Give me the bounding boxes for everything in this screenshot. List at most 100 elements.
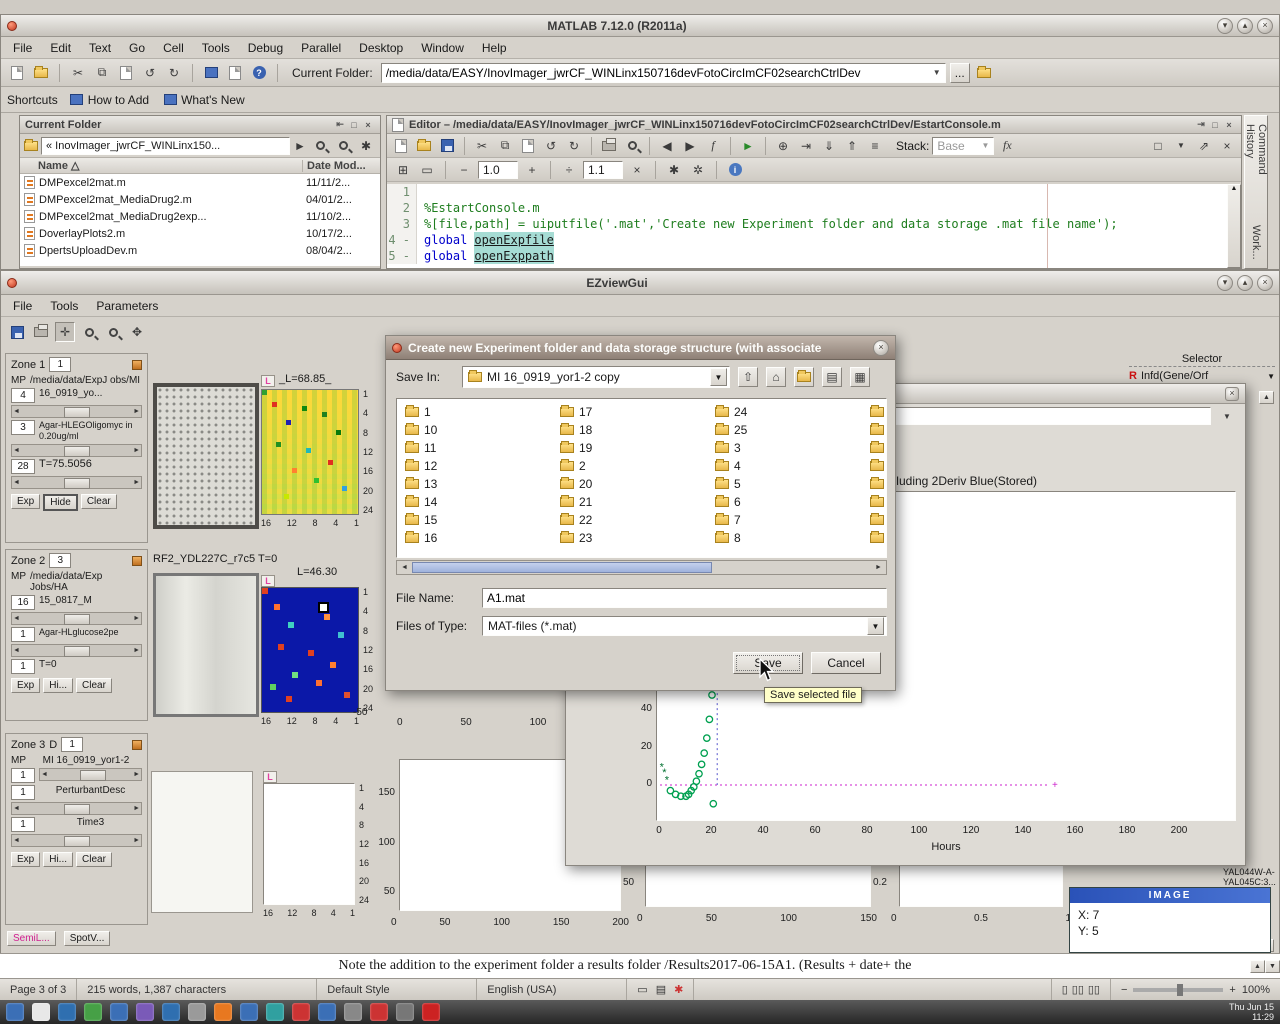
find-icon[interactable] bbox=[622, 136, 642, 156]
chevron-down-icon[interactable]: ▼ bbox=[1267, 372, 1275, 381]
menu-parallel[interactable]: Parallel bbox=[301, 41, 341, 55]
close-icon[interactable]: × bbox=[1225, 387, 1239, 401]
details-view-icon[interactable]: ▦ bbox=[850, 367, 870, 387]
zoom-out-icon[interactable]: − bbox=[1121, 984, 1127, 996]
step-icon[interactable]: ⇥ bbox=[796, 136, 816, 156]
folder-item[interactable]: 14 bbox=[405, 493, 553, 511]
up-one-level-icon[interactable]: ⇧ bbox=[738, 367, 758, 387]
zone2-clear-button[interactable]: Clear bbox=[76, 678, 112, 693]
folder-list[interactable]: 1 10 11 12 13 14 15 16 17 18 19 2 20 21 … bbox=[396, 398, 887, 558]
folder-item[interactable]: 20 bbox=[560, 475, 708, 493]
cell-value-field[interactable]: 1.0 bbox=[478, 161, 518, 179]
maximize-icon[interactable]: □ bbox=[347, 120, 361, 130]
maximize-icon[interactable]: □ bbox=[1208, 120, 1222, 130]
cut-icon[interactable]: ✂ bbox=[68, 63, 88, 83]
taskbar-app[interactable] bbox=[396, 1003, 414, 1021]
chevron-down-icon[interactable]: ▼ bbox=[1217, 406, 1237, 426]
folder-item[interactable]: 23 bbox=[560, 529, 708, 547]
zoom-in-icon[interactable] bbox=[79, 322, 99, 342]
dropdown-icon[interactable]: ▼ bbox=[1171, 136, 1191, 156]
menu-help[interactable]: Help bbox=[482, 41, 507, 55]
zoom-slider[interactable] bbox=[1133, 988, 1223, 992]
list-view-icon[interactable]: ▤ bbox=[822, 367, 842, 387]
horizontal-scrollbar[interactable]: ◄ ► bbox=[396, 560, 887, 575]
decrease-value-icon[interactable]: − bbox=[454, 160, 474, 180]
taskbar-app[interactable] bbox=[370, 1003, 388, 1021]
taskbar-app[interactable] bbox=[214, 1003, 232, 1021]
taskbar-app[interactable] bbox=[162, 1003, 180, 1021]
editor-scrollbar[interactable]: ▲ bbox=[1227, 184, 1241, 268]
word-count[interactable]: 215 words, 1,387 characters bbox=[77, 979, 317, 1000]
image-tool-titlebar[interactable]: IMAGE bbox=[1070, 888, 1270, 903]
menu-edit[interactable]: Edit bbox=[50, 41, 71, 55]
open-file-icon[interactable] bbox=[31, 63, 51, 83]
zone1-field2[interactable]: 3 bbox=[11, 420, 35, 435]
menu-desktop[interactable]: Desktop bbox=[359, 41, 403, 55]
zone1-clear-button[interactable]: Clear bbox=[81, 494, 117, 509]
folder-item[interactable]: 6 bbox=[715, 493, 863, 511]
document-text[interactable]: Note the addition to the experiment fold… bbox=[0, 958, 1250, 974]
copy-icon[interactable]: ⧉ bbox=[92, 63, 112, 83]
zone2-field1[interactable]: 16 bbox=[11, 595, 35, 610]
new-file-icon[interactable] bbox=[391, 136, 411, 156]
zone1-field1[interactable]: 4 bbox=[11, 388, 35, 403]
function-icon[interactable]: f bbox=[703, 136, 723, 156]
zone1-slider2[interactable]: ◄► bbox=[11, 444, 142, 457]
increase-value-icon[interactable]: + bbox=[522, 160, 542, 180]
crosshair-icon[interactable]: ✛ bbox=[55, 322, 75, 342]
files-of-type-dropdown[interactable]: MAT-files (*.mat) ▼ bbox=[482, 616, 887, 636]
folder-item[interactable]: 13 bbox=[405, 475, 553, 493]
zone2-field2[interactable]: 1 bbox=[11, 627, 35, 642]
layout-icon[interactable]: □ bbox=[1148, 136, 1168, 156]
folder-item[interactable]: 4 bbox=[715, 457, 863, 475]
zone3-slider3[interactable]: ◄► bbox=[11, 834, 142, 847]
multi-page-view-icon[interactable]: ▯▯ bbox=[1072, 983, 1084, 996]
forward-icon[interactable]: ► bbox=[293, 136, 307, 156]
menu-text[interactable]: Text bbox=[89, 41, 111, 55]
print-icon[interactable] bbox=[31, 322, 51, 342]
folder-item[interactable]: 10 bbox=[405, 421, 553, 439]
new-folder-icon[interactable] bbox=[794, 367, 814, 387]
folder-item[interactable]: 5 bbox=[715, 475, 863, 493]
scroll-up-icon[interactable]: ▲ bbox=[1250, 960, 1265, 973]
find-files-icon[interactable]: ◀ bbox=[657, 136, 677, 156]
zone1-count-field[interactable]: 1 bbox=[49, 357, 71, 372]
zone1-field3[interactable]: 28 bbox=[11, 459, 35, 474]
taskbar-app[interactable] bbox=[344, 1003, 362, 1021]
chevron-down-icon[interactable]: ▼ bbox=[933, 68, 941, 77]
guide-icon[interactable] bbox=[225, 63, 245, 83]
selector-r-flag[interactable]: R bbox=[1129, 370, 1137, 382]
taskbar-app[interactable] bbox=[266, 1003, 284, 1021]
chevron-down-icon[interactable]: ▼ bbox=[867, 617, 884, 635]
zone2-slider2[interactable]: ◄► bbox=[11, 644, 142, 657]
folder-item[interactable]: 25 bbox=[715, 421, 863, 439]
menu-tools[interactable]: Tools bbox=[202, 41, 230, 55]
breakpoint-icon[interactable]: ⊕ bbox=[773, 136, 793, 156]
taskbar-app[interactable] bbox=[84, 1003, 102, 1021]
folder-item[interactable]: 8 bbox=[715, 529, 863, 547]
minimize-icon[interactable]: ▾ bbox=[1217, 18, 1233, 34]
search-folder-icon[interactable] bbox=[333, 136, 353, 156]
folder-item[interactable]: 15 bbox=[405, 511, 553, 529]
zone2-hide-button[interactable]: Hi... bbox=[43, 678, 73, 693]
actions-gear-icon[interactable]: ✱ bbox=[356, 136, 376, 156]
folder-item[interactable]: 3 bbox=[715, 439, 863, 457]
address-bar[interactable]: « InovImager_jwrCF_WINLinx150... bbox=[41, 137, 290, 155]
maximize-icon[interactable]: ▴ bbox=[1237, 18, 1253, 34]
taskbar-app[interactable] bbox=[32, 1003, 50, 1021]
link-toggle-icon[interactable]: L bbox=[261, 575, 275, 587]
zone3-clear-button[interactable]: Clear bbox=[76, 852, 112, 867]
copy-icon[interactable]: ⧉ bbox=[495, 136, 515, 156]
home-icon[interactable]: ⌂ bbox=[766, 367, 786, 387]
file-row[interactable]: DMPexcel2mat.m 11/11/2... bbox=[20, 174, 380, 191]
dock-icon[interactable]: ⇥ bbox=[1194, 119, 1208, 130]
minimize-icon[interactable]: ▾ bbox=[1217, 275, 1233, 291]
scroll-right-icon[interactable]: ► bbox=[871, 561, 886, 574]
close-icon[interactable]: × bbox=[1217, 136, 1237, 156]
zone3-count-field[interactable]: 1 bbox=[61, 737, 83, 752]
single-page-view-icon[interactable]: ▯ bbox=[1062, 983, 1068, 996]
undo-icon[interactable]: ↺ bbox=[140, 63, 160, 83]
column-header-name[interactable]: Name △ bbox=[20, 159, 302, 172]
insert-cell-icon[interactable]: ⊞ bbox=[393, 160, 413, 180]
redo-icon[interactable]: ↻ bbox=[564, 136, 584, 156]
